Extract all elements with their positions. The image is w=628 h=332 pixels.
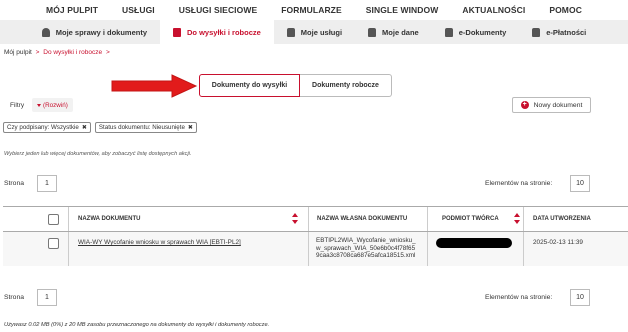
row-checkbox[interactable]	[48, 238, 59, 249]
column-own-name[interactable]: NAZWA WŁASNA DOKUMENTU	[309, 207, 428, 231]
chip-label: Czy podpisany: Wszystkie	[7, 124, 79, 131]
per-page-select[interactable]: 10	[570, 175, 590, 192]
column-header-label: NAZWA WŁASNA DOKUMENTU	[317, 216, 408, 222]
new-document-label: Nowy dokument	[533, 101, 583, 109]
subnav-label: Do wysyłki i robocze	[187, 27, 261, 37]
subnav-e-platnosci[interactable]: e-Płatności	[519, 20, 599, 44]
filter-chip-signed[interactable]: Czy podpisany: Wszystkie ✖	[3, 122, 91, 133]
select-all-column	[3, 207, 69, 231]
nav-aktualnosci[interactable]: AKTUALNOŚCI	[450, 5, 537, 15]
select-all-checkbox[interactable]	[48, 214, 59, 225]
new-document-button[interactable]: + Nowy dokument	[512, 97, 591, 113]
active-filter-chips: Czy podpisany: Wszystkie ✖ Status dokume…	[3, 122, 197, 133]
page-number-input[interactable]: 1	[37, 289, 57, 306]
row-select-cell	[3, 232, 69, 266]
page-label: Strona	[4, 180, 25, 187]
chip-label: Status dokumentu: Nieusunięte	[98, 124, 185, 131]
per-page-select[interactable]: 10	[570, 289, 590, 306]
nav-uslugi-sieciowe[interactable]: USŁUGI SIECIOWE	[167, 5, 269, 15]
subnav-moje-dane[interactable]: Moje dane	[355, 20, 432, 44]
subnav-label: Moje dane	[382, 27, 419, 37]
filters-label: Filtry	[10, 102, 25, 109]
chevron-down-icon	[37, 103, 41, 107]
breadcrumb-separator: >	[35, 49, 40, 56]
column-creator[interactable]: PODMIOT TWÓRCA	[428, 207, 524, 231]
column-created-date[interactable]: DATA UTWORZENIA	[524, 207, 628, 231]
breadcrumb-current[interactable]: Do wysyłki i robocze	[43, 49, 102, 56]
subnav-do-wysylki[interactable]: Do wysyłki i robocze	[160, 20, 274, 44]
table-header: NAZWA DOKUMENTU NAZWA WŁASNA DOKUMENTU P…	[3, 207, 628, 232]
page-label: Strona	[4, 294, 25, 301]
tab-dokumenty-do-wysylki[interactable]: Dokumenty do wysyłki	[199, 74, 300, 97]
filters-expand-toggle[interactable]: (Rozwiń)	[32, 98, 73, 112]
close-icon[interactable]: ✖	[82, 124, 87, 131]
subnav-label: Moje sprawy i dokumenty	[55, 27, 148, 37]
per-page-label: Elementów na stronie:	[485, 180, 553, 187]
document-link[interactable]: WIA-WY Wycofanie wniosku w sprawach WIA …	[78, 239, 241, 246]
column-document-name[interactable]: NAZWA DOKUMENTU	[69, 207, 309, 231]
close-icon[interactable]: ✖	[188, 124, 193, 131]
breadcrumb-root[interactable]: Mój pulpit	[4, 49, 32, 56]
column-header-label: NAZWA DOKUMENTU	[78, 216, 141, 222]
subnav-moje-uslugi[interactable]: Moje usługi	[274, 20, 355, 44]
subnav-e-dokumenty[interactable]: e-Dokumenty	[432, 20, 520, 44]
document-tabs: Dokumenty do wysyłki Dokumenty robocze	[199, 74, 392, 97]
lock-icon	[532, 27, 541, 37]
table-row[interactable]: WIA-WY Wycofanie wniosku w sprawach WIA …	[3, 232, 628, 266]
breadcrumb: Mój pulpit > Do wysyłki i robocze >	[4, 49, 112, 56]
page-number-input[interactable]: 1	[37, 175, 57, 192]
top-navigation: MÓJ PULPIT USŁUGI USŁUGI SIECIOWE FORMUL…	[0, 0, 628, 20]
tab-dokumenty-robocze[interactable]: Dokumenty robocze	[300, 74, 392, 97]
sort-icon[interactable]	[514, 213, 520, 225]
nav-formularze[interactable]: FORMULARZE	[269, 5, 354, 15]
nav-pomoc[interactable]: POMOC	[537, 5, 594, 15]
sort-icon[interactable]	[292, 213, 298, 225]
selection-hint: Wybierz jeden lub więcej dokumentów, aby…	[4, 151, 192, 157]
column-header-label: PODMIOT TWÓRCA	[442, 216, 499, 222]
document-own-name: EBTIPL2WIA_Wycofanie_wniosku_w_sprawach_…	[316, 237, 416, 260]
storage-usage-text: Używasz 0.02 MB (0%) z 20 MB zasobu prze…	[4, 322, 270, 328]
document-created-date: 2025-02-13 11:39	[533, 239, 583, 246]
subnav-label: e-Płatności	[546, 27, 587, 37]
document-icon	[173, 27, 182, 37]
filter-chip-status[interactable]: Status dokumentu: Nieusunięte ✖	[94, 122, 197, 133]
row-name-cell	[69, 232, 309, 266]
sub-navigation: Moje sprawy i dokumenty Do wysyłki i rob…	[0, 20, 628, 44]
nav-moj-pulpit[interactable]: MÓJ PULPIT	[34, 5, 110, 15]
person-icon	[41, 27, 50, 37]
column-header-label: DATA UTWORZENIA	[533, 216, 591, 222]
filters-expand-label: (Rozwiń)	[43, 101, 68, 109]
pager-bottom: Strona 1 Elementów na stronie: 10	[0, 289, 628, 307]
breadcrumb-separator: >	[105, 49, 110, 56]
pager-top: Strona 1 Elementów na stronie: 10	[0, 175, 628, 193]
lock-icon	[368, 27, 377, 37]
plus-icon: +	[520, 101, 529, 109]
nav-uslugi[interactable]: USŁUGI	[110, 5, 167, 15]
subnav-label: e-Dokumenty	[458, 27, 507, 37]
lock-icon	[286, 27, 295, 37]
subnav-moje-sprawy[interactable]: Moje sprawy i dokumenty	[29, 20, 160, 44]
redacted-creator	[436, 238, 512, 248]
nav-single-window[interactable]: SINGLE WINDOW	[354, 5, 451, 15]
per-page-label: Elementów na stronie:	[485, 294, 553, 301]
lock-icon	[444, 27, 453, 37]
documents-table: NAZWA DOKUMENTU NAZWA WŁASNA DOKUMENTU P…	[3, 206, 628, 266]
subnav-label: Moje usługi	[300, 27, 343, 37]
